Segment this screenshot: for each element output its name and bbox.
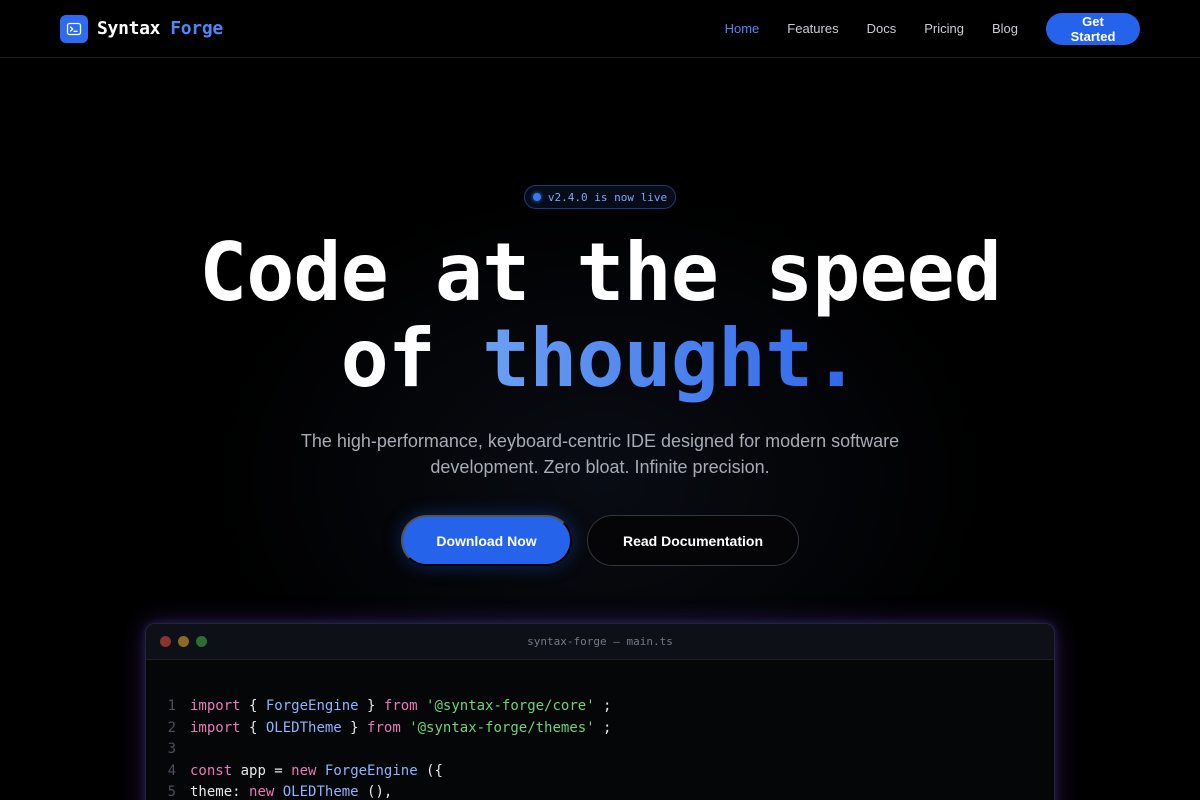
code-token: { [240, 719, 266, 736]
code-token: ; [594, 719, 612, 736]
code-token: '@syntax-forge/themes' [409, 719, 595, 736]
brand-name-part2: Forge [170, 18, 223, 39]
line-number: 4 [167, 762, 176, 779]
code-token: OLEDTheme [282, 784, 359, 800]
code-area: 1 import { ForgeEngine } from '@syntax-fo… [146, 660, 1054, 800]
code-token: } [341, 719, 368, 736]
download-now-button[interactable]: Download Now [401, 515, 572, 566]
code-token: from [367, 719, 401, 736]
read-documentation-button[interactable]: Read Documentation [587, 515, 799, 566]
editor-title: syntax-forge — main.ts [527, 635, 673, 648]
terminal-icon [60, 14, 88, 43]
code-token: import [190, 719, 241, 736]
code-token: OLEDTheme [265, 719, 342, 736]
nav-link-blog[interactable]: Blog [992, 21, 1018, 36]
nav-link-home[interactable]: Home [725, 21, 760, 36]
code-token: app = [232, 762, 292, 779]
editor-title-bar: syntax-forge — main.ts [146, 624, 1054, 660]
brand-name-part1: Syntax [97, 18, 161, 39]
code-token: import [190, 698, 241, 714]
code-line: 2 import { OLEDTheme } from '@syntax-forg… [146, 718, 1054, 740]
code-token: ForgeEngine [265, 698, 359, 714]
code-token: '@syntax-forge/core' [426, 698, 595, 714]
line-number: 5 [167, 784, 176, 800]
code-token: new [249, 784, 275, 800]
nav-links: Home Features Docs Pricing Blog Get Star… [697, 12, 1140, 45]
code-token: ForgeEngine [324, 762, 418, 779]
code-line: 1 import { ForgeEngine } from '@syntax-fo… [146, 696, 1054, 718]
version-badge-text: v2.4.0 is now live [547, 190, 668, 204]
line-number: 2 [167, 719, 176, 736]
code-line: 4 const app = new ForgeEngine ({ [146, 761, 1054, 783]
code-token: { [240, 698, 266, 714]
code-line: 3 [146, 739, 1054, 761]
top-nav: Syntax Forge Home Features Docs Pricing B… [0, 0, 1200, 58]
code-token: from [383, 698, 418, 714]
hero-subtitle: The high-performance, keyboard-centric I… [300, 431, 900, 477]
version-badge[interactable]: v2.4.0 is now live [524, 185, 676, 209]
code-token: } [358, 698, 384, 714]
code-token: ; [594, 698, 612, 714]
code-token: ({ [417, 762, 443, 779]
code-editor-preview: syntax-forge — main.ts 1 import { ForgeEn… [145, 623, 1055, 800]
code-token: (), [358, 784, 393, 800]
nav-link-features[interactable]: Features [787, 21, 838, 36]
code-token: theme: [190, 784, 250, 800]
brand[interactable]: Syntax Forge [60, 14, 223, 43]
nav-link-pricing[interactable]: Pricing [924, 21, 964, 36]
code-token: const [190, 762, 233, 779]
code-token: new [291, 762, 317, 779]
hero-headline: Code at the speed of thought. [0, 230, 1200, 402]
headline-line2-accent: thought. [482, 312, 860, 405]
code-line: 5 theme: new OLEDTheme (), [146, 782, 1054, 800]
nav-link-docs[interactable]: Docs [867, 21, 897, 36]
headline-line2-plain: of [340, 312, 436, 405]
line-number: 3 [167, 741, 176, 757]
get-started-button[interactable]: Get Started [1046, 12, 1140, 45]
status-dot-icon [532, 193, 541, 201]
headline-line1: Code at the speed [199, 226, 1002, 319]
brand-name: Syntax Forge [97, 18, 223, 39]
line-number: 1 [167, 698, 176, 714]
